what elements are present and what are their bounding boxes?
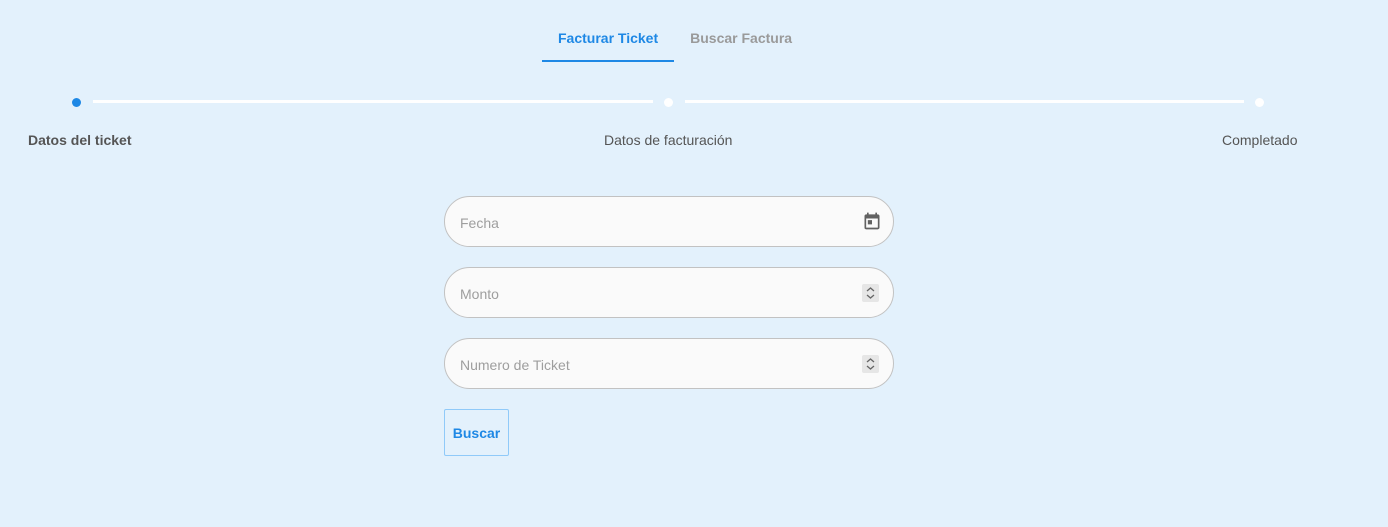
monto-field bbox=[444, 267, 894, 319]
step-3-dot bbox=[1255, 98, 1264, 107]
step-2-dot bbox=[664, 98, 673, 107]
step-1-dot bbox=[72, 98, 81, 107]
step-3-label: Completado bbox=[1222, 132, 1298, 148]
step-connector-2 bbox=[685, 100, 1244, 103]
tab-facturar-ticket[interactable]: Facturar Ticket bbox=[542, 14, 675, 62]
step-2-label: Datos de facturación bbox=[604, 132, 733, 148]
buscar-button[interactable]: Buscar bbox=[444, 409, 509, 456]
monto-spinner-icon[interactable] bbox=[862, 284, 879, 302]
numero-ticket-field bbox=[444, 338, 894, 390]
step-connector-1 bbox=[93, 100, 653, 103]
tab-buscar-factura[interactable]: Buscar Factura bbox=[674, 14, 808, 62]
tab-bar: Facturar Ticket Buscar Factura bbox=[542, 14, 808, 62]
step-1-label: Datos del ticket bbox=[28, 132, 132, 148]
fecha-input[interactable] bbox=[458, 197, 852, 248]
fecha-field bbox=[444, 196, 894, 248]
calendar-icon[interactable] bbox=[862, 211, 882, 231]
ticket-spinner-icon[interactable] bbox=[862, 355, 879, 373]
stepper: Datos del ticket Datos de facturación Co… bbox=[0, 97, 1388, 157]
monto-input[interactable] bbox=[458, 268, 852, 319]
numero-ticket-input[interactable] bbox=[458, 339, 852, 390]
